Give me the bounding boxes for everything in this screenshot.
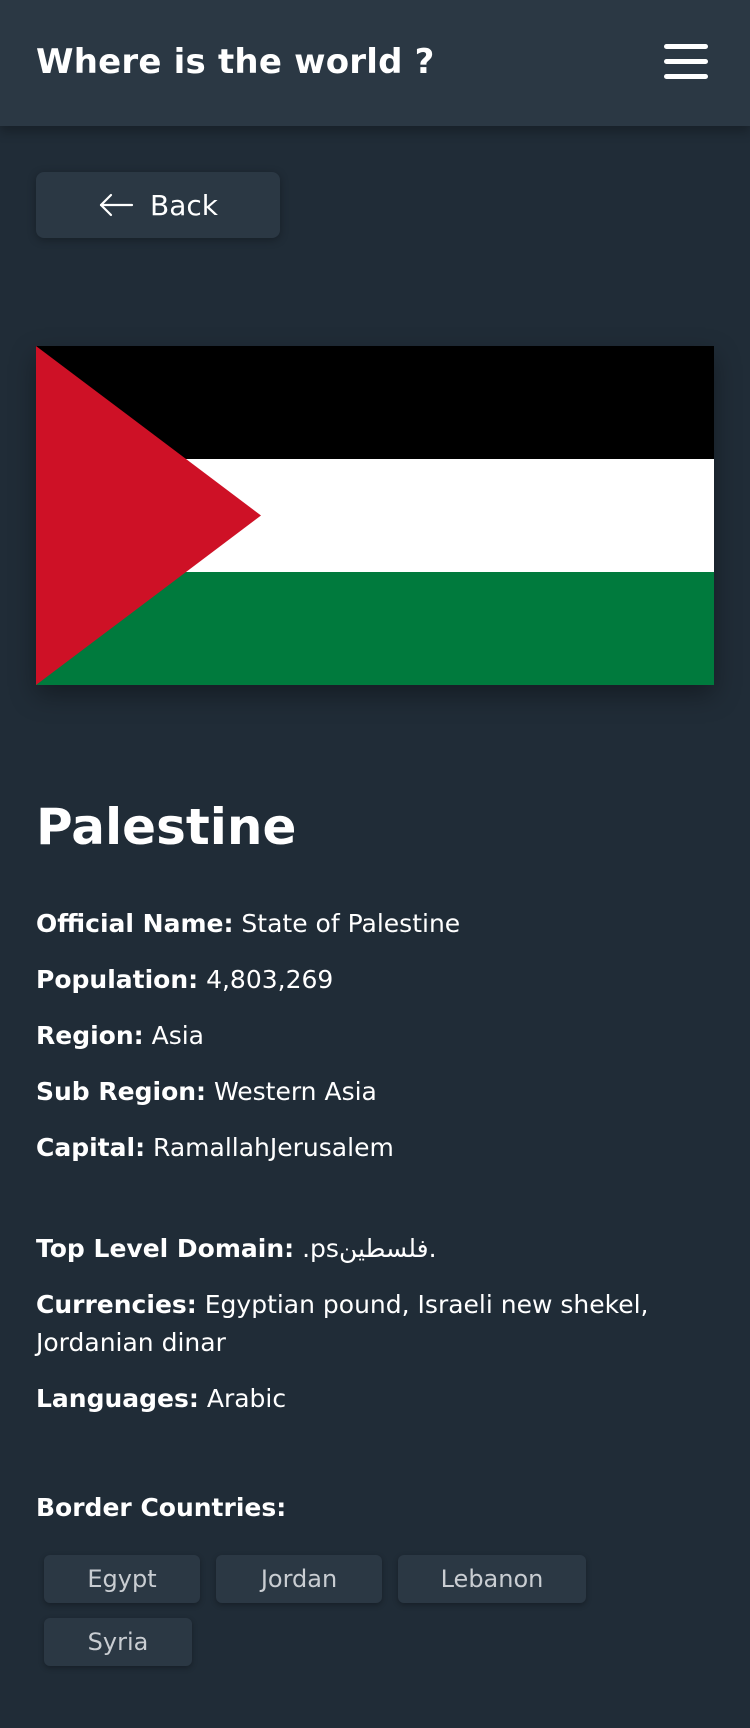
border-country-chip[interactable]: Lebanon xyxy=(398,1555,586,1603)
detail-top-level-domain: Top Level Domain: .psفلسطين. xyxy=(36,1230,716,1268)
border-country-chip[interactable]: Egypt xyxy=(44,1555,200,1603)
menu-line xyxy=(664,44,708,49)
menu-line xyxy=(664,74,708,79)
back-button[interactable]: Back xyxy=(36,172,280,238)
detail-value: Asia xyxy=(151,1021,205,1050)
hamburger-menu-icon[interactable] xyxy=(662,42,710,82)
detail-currencies: Currencies: Egyptian pound, Israeli new … xyxy=(36,1286,716,1362)
detail-label: Region: xyxy=(36,1021,144,1050)
border-country-chip[interactable]: Jordan xyxy=(216,1555,382,1603)
detail-value: 4,803,269 xyxy=(206,965,334,994)
detail-sub-region: Sub Region: Western Asia xyxy=(36,1073,716,1111)
country-details-primary: Official Name: State of Palestine Popula… xyxy=(36,905,716,1185)
detail-label: Currencies: xyxy=(36,1290,197,1319)
detail-label: Sub Region: xyxy=(36,1077,207,1106)
detail-capital: Capital: RamallahJerusalem xyxy=(36,1129,716,1167)
detail-label: Official Name: xyxy=(36,909,234,938)
border-countries-label: Border Countries: xyxy=(36,1493,287,1522)
detail-label: Population: xyxy=(36,965,199,994)
detail-value: State of Palestine xyxy=(241,909,461,938)
detail-population: Population: 4,803,269 xyxy=(36,961,716,999)
back-button-label: Back xyxy=(150,188,218,222)
detail-value: Arabic xyxy=(206,1384,287,1413)
detail-official-name: Official Name: State of Palestine xyxy=(36,905,716,943)
detail-region: Region: Asia xyxy=(36,1017,716,1055)
detail-label: Languages: xyxy=(36,1384,199,1413)
border-country-chip[interactable]: Syria xyxy=(44,1618,192,1666)
arrow-left-icon xyxy=(99,193,134,217)
country-details-secondary: Top Level Domain: .psفلسطين. Currencies:… xyxy=(36,1230,716,1436)
country-name: Palestine xyxy=(36,798,297,856)
detail-label: Top Level Domain: xyxy=(36,1234,295,1263)
country-flag xyxy=(36,346,714,685)
app-header: Where is the world ? xyxy=(0,0,750,126)
detail-value: .psفلسطين. xyxy=(302,1234,437,1263)
detail-value: Western Asia xyxy=(214,1077,377,1106)
menu-line xyxy=(664,59,708,64)
detail-languages: Languages: Arabic xyxy=(36,1380,716,1418)
app-title: Where is the world ? xyxy=(36,42,435,82)
detail-value: RamallahJerusalem xyxy=(153,1133,394,1162)
detail-label: Capital: xyxy=(36,1133,146,1162)
